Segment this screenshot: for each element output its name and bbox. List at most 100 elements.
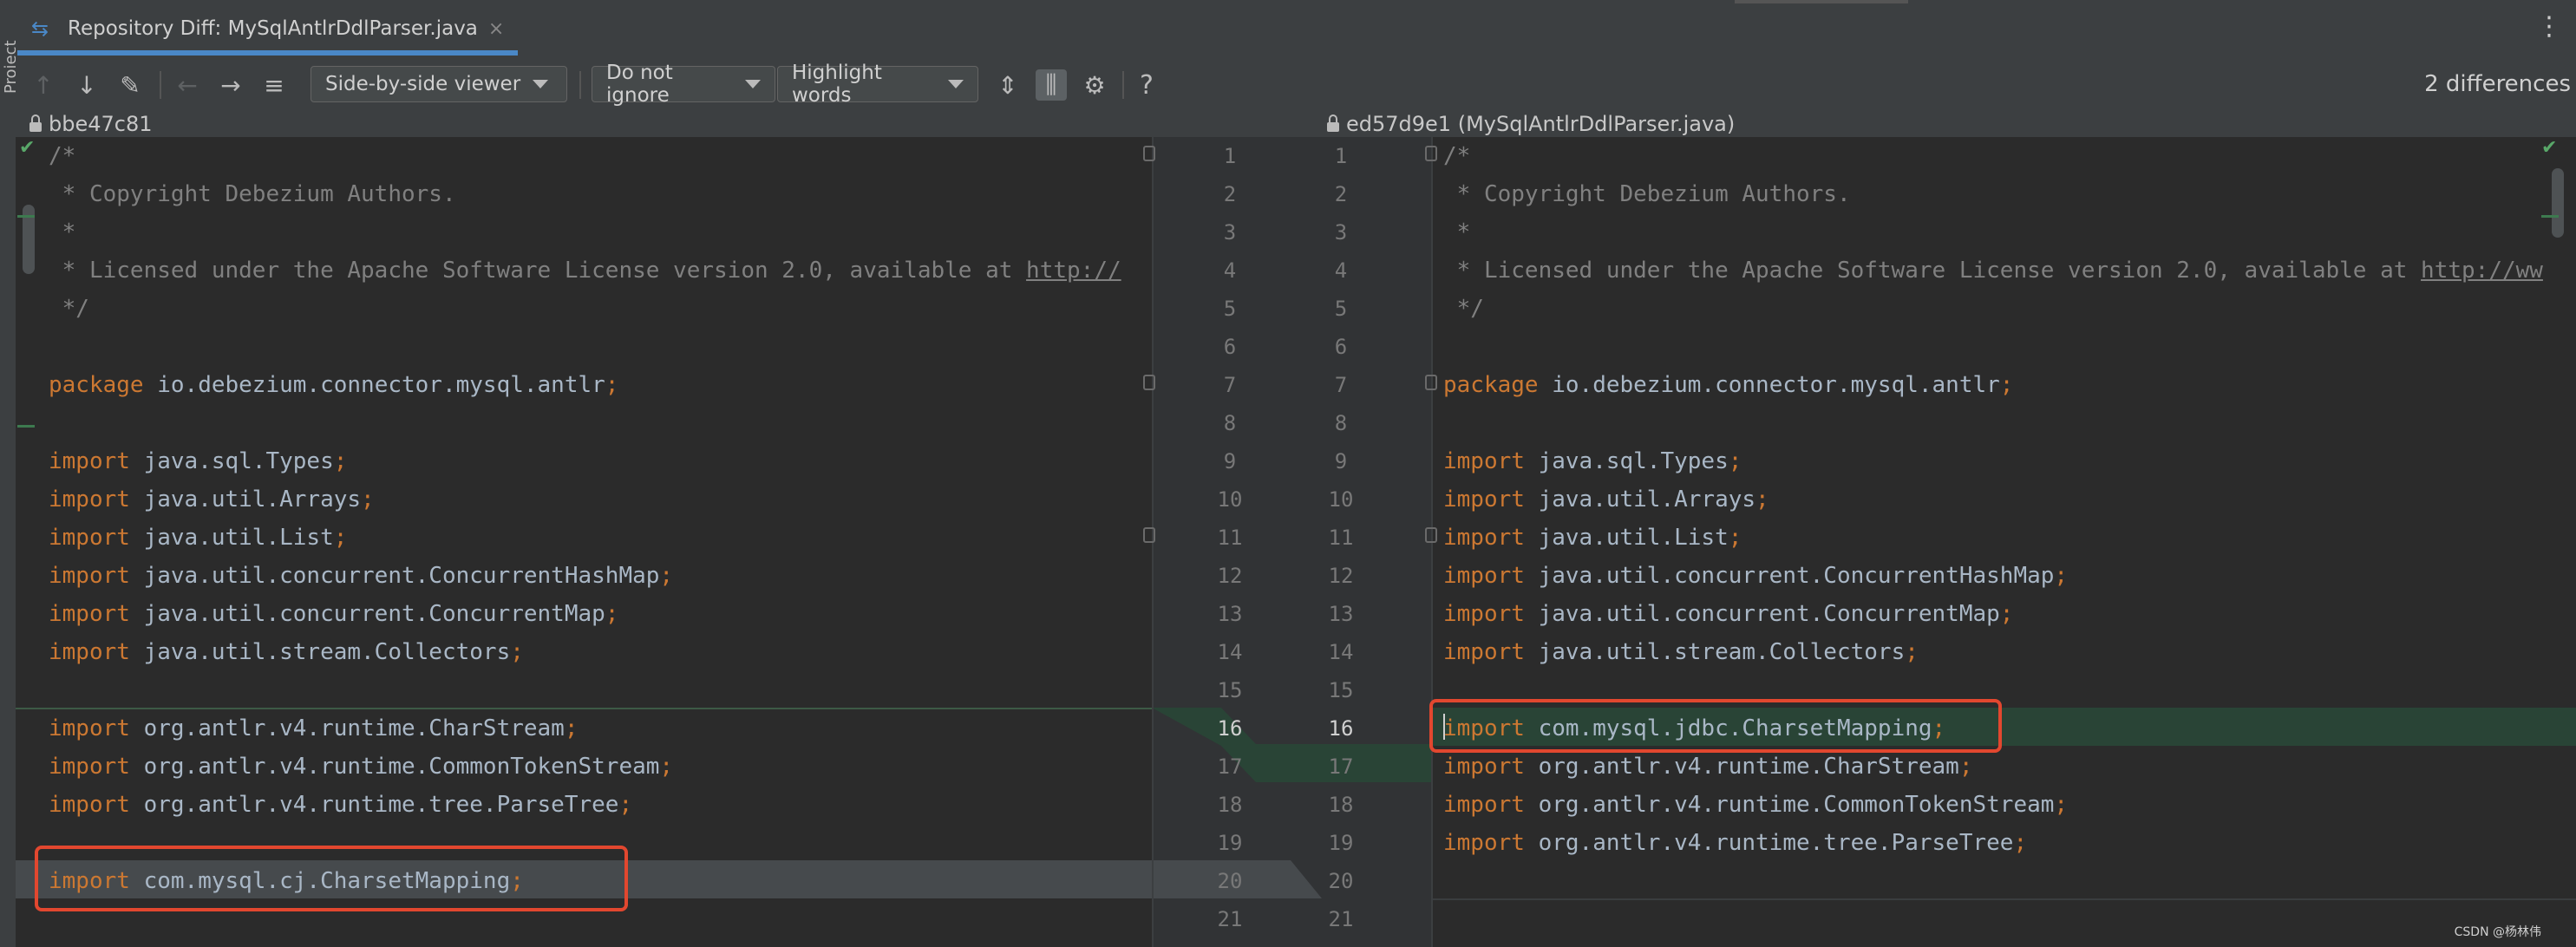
highlight-dropdown[interactable]: Highlight words bbox=[777, 62, 978, 107]
code-line[interactable]: import java.util.concurrent.ConcurrentHa… bbox=[16, 557, 1152, 595]
more-options-icon[interactable]: ⋮ bbox=[2536, 14, 2562, 40]
code-line[interactable]: import java.util.stream.Collectors; bbox=[1433, 633, 2576, 671]
code-token: org.antlr.v4.runtime.CommonTokenStream bbox=[1538, 792, 2055, 818]
right-scrollbar[interactable] bbox=[2552, 168, 2564, 238]
code-line[interactable]: import org.antlr.v4.runtime.tree.ParseTr… bbox=[16, 786, 1152, 824]
right-code-pane[interactable]: /* * Copyright Debezium Authors. * * Lic… bbox=[1433, 137, 2576, 947]
code-token[interactable]: http://ww bbox=[2421, 258, 2543, 284]
code-line[interactable]: import java.util.concurrent.ConcurrentMa… bbox=[16, 595, 1152, 633]
edit-icon[interactable]: ✎ bbox=[114, 69, 146, 101]
arrow-down-icon[interactable]: ↓ bbox=[71, 69, 102, 101]
code-line[interactable]: package io.debezium.connector.mysql.antl… bbox=[16, 366, 1152, 404]
code-token[interactable]: http:// bbox=[1026, 258, 1121, 284]
right-pane-header: ed57d9e1 (MySqlAntlrDdlParser.java) bbox=[1327, 111, 1735, 137]
code-token: /* bbox=[1443, 143, 1471, 169]
code-line[interactable]: * bbox=[1433, 213, 2576, 251]
line-number: 12 bbox=[1217, 564, 1243, 588]
code-line[interactable]: * Licensed under the Apache Software Lic… bbox=[16, 251, 1152, 290]
code-line[interactable]: import java.util.List; bbox=[1433, 519, 2576, 557]
code-token: org.antlr.v4.runtime.tree.ParseTree bbox=[143, 792, 619, 818]
code-line[interactable]: import java.util.Arrays; bbox=[16, 480, 1152, 519]
arrow-right-icon[interactable]: → bbox=[215, 69, 246, 101]
code-token: ; bbox=[510, 639, 524, 665]
diff-toolbar: ↑ ↓ ✎ ← → ≡ Side-by-side viewer Do not i… bbox=[16, 59, 2576, 111]
code-line[interactable] bbox=[16, 404, 1152, 442]
line-number: 12 bbox=[1328, 564, 1354, 588]
code-token: import bbox=[1443, 792, 1539, 818]
code-line[interactable] bbox=[1433, 404, 2576, 442]
viewer-dropdown[interactable]: Side-by-side viewer bbox=[311, 66, 567, 102]
check-icon: ✔ bbox=[2541, 137, 2558, 159]
code-line[interactable]: import java.util.List; bbox=[16, 519, 1152, 557]
arrow-up-icon[interactable]: ↑ bbox=[28, 69, 59, 101]
code-token: import bbox=[49, 601, 144, 627]
code-line[interactable]: import org.antlr.v4.runtime.CharStream; bbox=[16, 709, 1152, 748]
tab-title: Repository Diff: MySqlAntlrDdlParser.jav… bbox=[68, 17, 478, 40]
line-number: 6 bbox=[1223, 335, 1237, 359]
ignore-dropdown[interactable]: Do not ignore bbox=[592, 62, 775, 107]
arrow-left-icon[interactable]: ← bbox=[172, 69, 203, 101]
code-line[interactable]: */ bbox=[16, 290, 1152, 328]
code-line[interactable]: * Licensed under the Apache Software Lic… bbox=[1433, 251, 2576, 290]
fold-marker-icon[interactable] bbox=[1143, 146, 1155, 161]
code-line[interactable] bbox=[1433, 900, 2576, 938]
line-number: 4 bbox=[1223, 258, 1237, 283]
gear-icon[interactable]: ⚙ bbox=[1079, 69, 1110, 101]
list-icon[interactable]: ≡ bbox=[258, 69, 290, 101]
code-line[interactable]: import org.antlr.v4.runtime.CharStream; bbox=[1433, 748, 2576, 786]
code-line[interactable]: import java.util.Arrays; bbox=[1433, 480, 2576, 519]
fold-marker-icon[interactable] bbox=[1425, 146, 1437, 161]
code-text: package io.debezium.connector.mysql.antl… bbox=[49, 366, 618, 404]
fold-marker-icon[interactable] bbox=[1425, 375, 1437, 390]
code-text: import java.sql.Types; bbox=[49, 442, 347, 480]
left-code-pane[interactable]: /* * Copyright Debezium Authors. * * Lic… bbox=[16, 137, 1152, 947]
code-token: * Copyright Debezium Authors. bbox=[49, 181, 456, 207]
fold-marker-icon[interactable] bbox=[1425, 527, 1437, 543]
code-line[interactable]: package io.debezium.connector.mysql.antl… bbox=[1433, 366, 2576, 404]
code-line[interactable]: import java.util.stream.Collectors; bbox=[16, 633, 1152, 671]
line-number: 20 bbox=[1328, 869, 1354, 893]
line-number-gutter: 1 2 3 4 5 6 7 8 9 10 11 12 13 14 15 16 17 18 19 20 21 123456… bbox=[1152, 137, 1433, 947]
code-line[interactable]: /* bbox=[1433, 137, 2576, 175]
toolbar-separator bbox=[160, 71, 161, 99]
toolbar-separator bbox=[1122, 71, 1124, 99]
code-text: import java.util.concurrent.ConcurrentHa… bbox=[49, 557, 673, 595]
code-token: /* bbox=[49, 143, 76, 169]
code-token: ; bbox=[605, 601, 619, 627]
code-line[interactable]: import java.util.concurrent.ConcurrentMa… bbox=[1433, 595, 2576, 633]
code-token: java.sql.Types bbox=[1538, 448, 1729, 474]
code-line[interactable] bbox=[1433, 328, 2576, 366]
code-line[interactable] bbox=[16, 328, 1152, 366]
code-token: import bbox=[1443, 487, 1539, 513]
insert-connector-shape bbox=[1152, 708, 1433, 782]
sync-scroll-icon[interactable]: ⫼ bbox=[1036, 69, 1067, 101]
fold-marker-icon[interactable] bbox=[1143, 375, 1155, 390]
lock-icon bbox=[1327, 114, 1339, 132]
code-token: org.antlr.v4.runtime.tree.ParseTree bbox=[1538, 830, 2014, 856]
code-token: import bbox=[49, 563, 144, 589]
code-line[interactable]: */ bbox=[1433, 290, 2576, 328]
code-line[interactable]: import org.antlr.v4.runtime.tree.ParseTr… bbox=[1433, 824, 2576, 862]
code-line[interactable]: /* bbox=[16, 137, 1152, 175]
tab-repository-diff[interactable]: ⇆ Repository Diff: MySqlAntlrDdlParser.j… bbox=[17, 7, 519, 56]
code-line[interactable] bbox=[1433, 862, 2576, 900]
code-line[interactable]: import org.antlr.v4.runtime.CommonTokenS… bbox=[1433, 786, 2576, 824]
fold-marker-icon[interactable] bbox=[1143, 527, 1155, 543]
code-line[interactable]: * Copyright Debezium Authors. bbox=[1433, 175, 2576, 213]
code-line[interactable]: * bbox=[16, 213, 1152, 251]
code-line[interactable]: * Copyright Debezium Authors. bbox=[16, 175, 1152, 213]
code-line[interactable] bbox=[16, 671, 1152, 709]
code-token: */ bbox=[49, 296, 89, 322]
code-line[interactable]: import java.sql.Types; bbox=[16, 442, 1152, 480]
code-token: io.debezium.connector.mysql.antlr bbox=[1552, 372, 2000, 398]
code-line[interactable]: import org.antlr.v4.runtime.CommonTokenS… bbox=[16, 748, 1152, 786]
collapse-icon[interactable]: ⇕ bbox=[992, 69, 1023, 101]
project-tool-label-wrap[interactable]: Project bbox=[0, 26, 20, 95]
project-tool-strip[interactable]: Project bbox=[0, 0, 20, 947]
help-icon[interactable]: ? bbox=[1131, 69, 1162, 101]
code-line[interactable]: import java.util.concurrent.ConcurrentHa… bbox=[1433, 557, 2576, 595]
chevron-down-icon bbox=[533, 80, 549, 88]
code-line[interactable]: import java.sql.Types; bbox=[1433, 442, 2576, 480]
tab-close-icon[interactable]: × bbox=[488, 18, 504, 40]
line-number: 2 bbox=[1223, 182, 1237, 206]
